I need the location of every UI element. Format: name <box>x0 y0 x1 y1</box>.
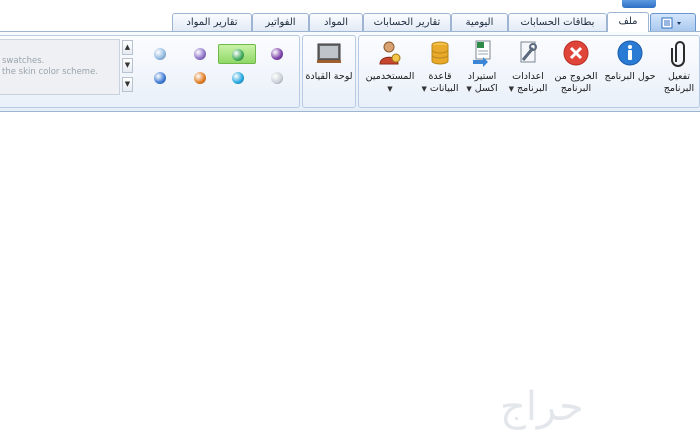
dashboard-label: لوحة القيادة <box>305 71 353 82</box>
exit-program-label-1: الخروج من <box>554 71 598 82</box>
dashboard-icon <box>317 43 341 63</box>
application-menu-button[interactable] <box>650 13 696 31</box>
users-label: المستخدمين <box>365 71 415 82</box>
chevron-down-icon: ▼ <box>466 85 472 93</box>
swatch-color-icon <box>194 72 206 84</box>
chevron-down-icon: ▼ <box>508 85 514 93</box>
tab-account-cards[interactable]: بطاقات الحسابات <box>508 13 607 31</box>
skin-swatch[interactable] <box>148 44 172 64</box>
users-dropdown: ▼ <box>362 83 418 95</box>
activate-program-label-1: تفعيل <box>667 71 691 82</box>
gallery-expand-button[interactable]: ▼ <box>122 77 133 92</box>
activate-program-label-2: البرنامج <box>663 83 695 94</box>
swatch-color-icon <box>154 48 166 60</box>
about-program-button[interactable]: حول البرنامج <box>604 38 656 83</box>
skin-swatch[interactable] <box>265 44 289 64</box>
exit-program-button[interactable]: الخروج من البرنامج <box>552 38 600 95</box>
workspace <box>0 112 700 435</box>
chevron-down-icon: ▼ <box>421 85 427 93</box>
skin-swatch[interactable] <box>148 68 172 88</box>
chevron-down-icon: ▼ <box>387 85 393 93</box>
database-button[interactable]: قاعدة ▼ البيانات <box>420 38 460 95</box>
title-bar <box>0 0 700 12</box>
tab-file[interactable]: ملف <box>607 12 649 32</box>
swatch-color-icon <box>232 49 244 61</box>
program-settings-button[interactable]: اعدادات ▼ البرنامج <box>506 38 550 95</box>
settings-tools-icon <box>520 41 537 63</box>
skin-gallery-text-2: the skin color scheme. <box>2 67 99 77</box>
skin-swatch[interactable] <box>188 68 212 88</box>
database-label-1: قاعدة <box>428 71 452 82</box>
info-icon <box>617 40 643 66</box>
tab-materials[interactable]: المواد <box>309 13 363 31</box>
excel-import-label-2-text: اكسل <box>474 83 498 94</box>
users-button[interactable]: المستخدمين ▼ <box>362 38 418 95</box>
skin-swatch[interactable] <box>265 68 289 88</box>
program-settings-label-2-text: البرنامج <box>517 83 548 94</box>
tab-journal[interactable]: اليومية <box>451 13 508 31</box>
exit-icon <box>563 40 589 66</box>
excel-import-label-1: استيراد <box>467 71 497 82</box>
program-settings-label-2: ▼ البرنامج <box>506 83 550 95</box>
swatch-color-icon <box>271 72 283 84</box>
gallery-scroll-down-button[interactable]: ▼ <box>122 58 133 73</box>
swatch-color-icon <box>232 72 244 84</box>
tab-material-reports[interactable]: تقارير المواد <box>172 13 252 31</box>
tab-account-reports[interactable]: تقارير الحسابات <box>363 13 451 31</box>
swatch-color-icon <box>271 48 283 60</box>
skin-swatch[interactable] <box>188 44 212 64</box>
skin-gallery-text-1: swatches. <box>2 56 45 66</box>
swatch-color-icon <box>154 72 166 84</box>
tab-invoices[interactable]: الفواتير <box>252 13 309 31</box>
document-menu-icon <box>661 17 681 29</box>
database-label-2-text: البيانات <box>429 83 459 94</box>
users-icon <box>379 41 401 65</box>
skin-swatch[interactable] <box>226 68 250 88</box>
dashboard-button[interactable]: لوحة القيادة <box>304 38 354 83</box>
excel-import-label-2: ▼ اكسل <box>462 83 502 95</box>
skin-swatch[interactable] <box>218 44 256 64</box>
gallery-scroll-up-button[interactable]: ▲ <box>122 40 133 55</box>
about-program-label: حول البرنامج <box>604 71 656 82</box>
database-label-2: ▼ البيانات <box>420 83 460 95</box>
watermark-logo: حراج <box>500 384 586 430</box>
exit-program-label-2: البرنامج <box>560 83 592 94</box>
excel-import-icon <box>473 40 491 67</box>
activate-program-button[interactable]: تفعيل البرنامج <box>660 38 698 95</box>
skin-gallery-description: swatches. the skin color scheme. <box>0 56 118 78</box>
program-settings-label-1: اعدادات <box>512 71 544 82</box>
excel-import-button[interactable]: استيراد ▼ اكسل <box>462 38 502 95</box>
paperclip-icon <box>671 41 685 67</box>
swatch-color-icon <box>194 48 206 60</box>
window-control-icon[interactable] <box>622 0 656 8</box>
database-icon <box>431 41 449 65</box>
